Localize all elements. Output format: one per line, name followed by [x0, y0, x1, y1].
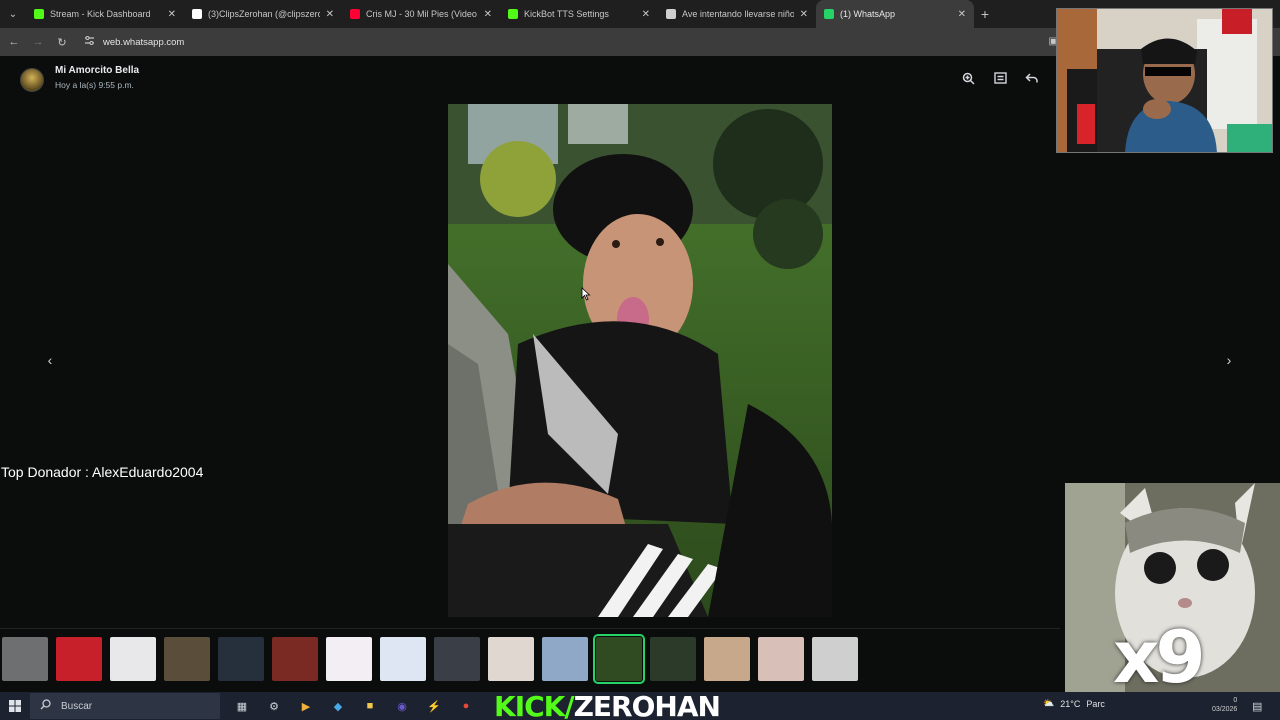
browser-tab[interactable]: (3)ClipsZerohan (@clipszerohan ✕	[184, 0, 342, 28]
tab-favicon-icon	[508, 9, 518, 19]
reload-icon[interactable]: ↻	[54, 36, 70, 49]
tab-title: KickBot TTS Settings	[524, 9, 609, 19]
file-explorer-icon[interactable]: ■	[362, 698, 378, 714]
media-thumbnail[interactable]	[2, 637, 48, 681]
media-thumbnail[interactable]	[488, 637, 534, 681]
media-thumbnail[interactable]	[56, 637, 102, 681]
site-info-icon[interactable]	[84, 35, 95, 49]
back-arrow-icon[interactable]: ←	[6, 36, 22, 48]
tab-close-icon[interactable]: ✕	[642, 9, 650, 20]
kick-channel-banner: KICK/ ZEROHAN	[494, 689, 721, 720]
tab-favicon-icon	[350, 9, 360, 19]
next-media-icon[interactable]: ›	[1221, 352, 1237, 368]
previous-media-icon[interactable]: ‹	[42, 352, 58, 368]
media-thumbnail[interactable]	[812, 637, 858, 681]
media-thumbnail[interactable]	[110, 637, 156, 681]
search-icon	[40, 699, 51, 713]
caption-icon[interactable]	[992, 70, 1008, 86]
clock-date: 03/2026	[1212, 706, 1238, 713]
weather-partly-cloudy-icon: ⛅	[1043, 698, 1055, 708]
tab-close-icon[interactable]: ✕	[800, 9, 808, 20]
viewed-photo	[448, 104, 832, 617]
tab-favicon-icon	[34, 9, 44, 19]
mouse-cursor-icon	[581, 287, 591, 306]
tab-favicon-icon	[192, 9, 202, 19]
media-thumbnail[interactable]	[758, 637, 804, 681]
notification-center-icon[interactable]: ▤	[1252, 700, 1262, 713]
tab-title: (1) WhatsApp	[840, 9, 896, 19]
search-placeholder: Buscar	[61, 700, 93, 712]
media-thumbnail[interactable]	[326, 637, 372, 681]
new-tab-button[interactable]: +	[974, 6, 996, 22]
kick-prefix: KICK/	[494, 689, 575, 720]
obs-studio-icon[interactable]: ◉	[394, 698, 410, 714]
media-thumbnail[interactable]	[164, 637, 210, 681]
media-thumbnail[interactable]	[593, 634, 645, 684]
tab-favicon-icon	[824, 9, 834, 19]
weather-temperature: 21°C	[1060, 698, 1081, 709]
message-timestamp: Hoy a la(s) 9:55 p.m.	[55, 80, 134, 90]
cat-reaction-overlay: x9	[1065, 483, 1280, 720]
kick-channel-name: ZEROHAN	[573, 689, 721, 720]
top-donor-label: Top Donador : AlexEduardo2004	[1, 464, 204, 480]
task-view-icon[interactable]: ▦	[234, 698, 250, 714]
weather-widget[interactable]: ⛅ 21°C Parc	[1043, 698, 1105, 709]
media-player-icon[interactable]: ▶	[298, 698, 314, 714]
taskbar-search-input[interactable]: Buscar	[30, 693, 220, 719]
windows-start-icon[interactable]	[0, 700, 30, 712]
tab-close-icon[interactable]: ✕	[326, 9, 334, 20]
media-thumbnail[interactable]	[380, 637, 426, 681]
tab-title: Cris MJ - 30 Mil Pies (Video Ofi	[366, 9, 478, 19]
chrome-browser-icon[interactable]: ●	[458, 698, 474, 714]
media-thumbnail[interactable]	[218, 637, 264, 681]
media-thumbnail[interactable]	[272, 637, 318, 681]
tab-favicon-icon	[666, 9, 676, 19]
tab-title: Ave intentando llevarse niño	[682, 9, 794, 19]
reply-icon[interactable]	[1024, 70, 1040, 86]
tab-title: Stream - Kick Dashboard	[50, 9, 151, 19]
weather-description: Parc	[1086, 698, 1105, 709]
address-bar[interactable]: web.whatsapp.com	[84, 35, 184, 49]
browser-tab[interactable]: Stream - Kick Dashboard ✕	[26, 0, 184, 28]
contact-avatar[interactable]	[20, 68, 44, 92]
media-thumbnail[interactable]	[434, 637, 480, 681]
system-clock[interactable]: 0 03/2026	[1212, 696, 1237, 714]
multiplier-label: x9	[1113, 615, 1206, 699]
browser-tab[interactable]: Ave intentando llevarse niño ✕	[658, 0, 816, 28]
media-thumbnail[interactable]	[704, 637, 750, 681]
media-thumbnail-strip	[0, 628, 1060, 688]
contact-name[interactable]: Mi Amorcito Bella	[55, 65, 139, 76]
edge-browser-icon[interactable]: ◆	[330, 698, 346, 714]
screen: ⌄ Stream - Kick Dashboard ✕ (3)ClipsZeroha…	[0, 0, 1280, 720]
tab-close-icon[interactable]: ✕	[958, 9, 966, 20]
winamp-icon[interactable]: ⚡	[426, 698, 442, 714]
media-thumbnail[interactable]	[542, 637, 588, 681]
browser-tab[interactable]: (1) WhatsApp ✕	[816, 0, 974, 28]
tab-close-icon[interactable]: ✕	[168, 9, 176, 20]
tab-search-icon[interactable]: ⌄	[0, 0, 26, 28]
url-text: web.whatsapp.com	[103, 36, 185, 48]
zoom-in-icon[interactable]	[960, 70, 976, 86]
tab-close-icon[interactable]: ✕	[484, 9, 492, 20]
media-viewer-header: Mi Amorcito Bella Hoy a la(s) 9:55 p.m.	[0, 60, 1060, 100]
tab-title: (3)ClipsZerohan (@clipszerohan	[208, 9, 320, 19]
browser-tab[interactable]: Cris MJ - 30 Mil Pies (Video Ofi ✕	[342, 0, 500, 28]
clock-time: 0	[1233, 697, 1238, 704]
streamer-webcam	[1056, 8, 1273, 153]
settings-gear-icon[interactable]: ⚙	[266, 698, 282, 714]
browser-tab[interactable]: KickBot TTS Settings ✕	[500, 0, 658, 28]
media-thumbnail[interactable]	[650, 637, 696, 681]
forward-arrow-icon[interactable]: →	[30, 36, 46, 48]
